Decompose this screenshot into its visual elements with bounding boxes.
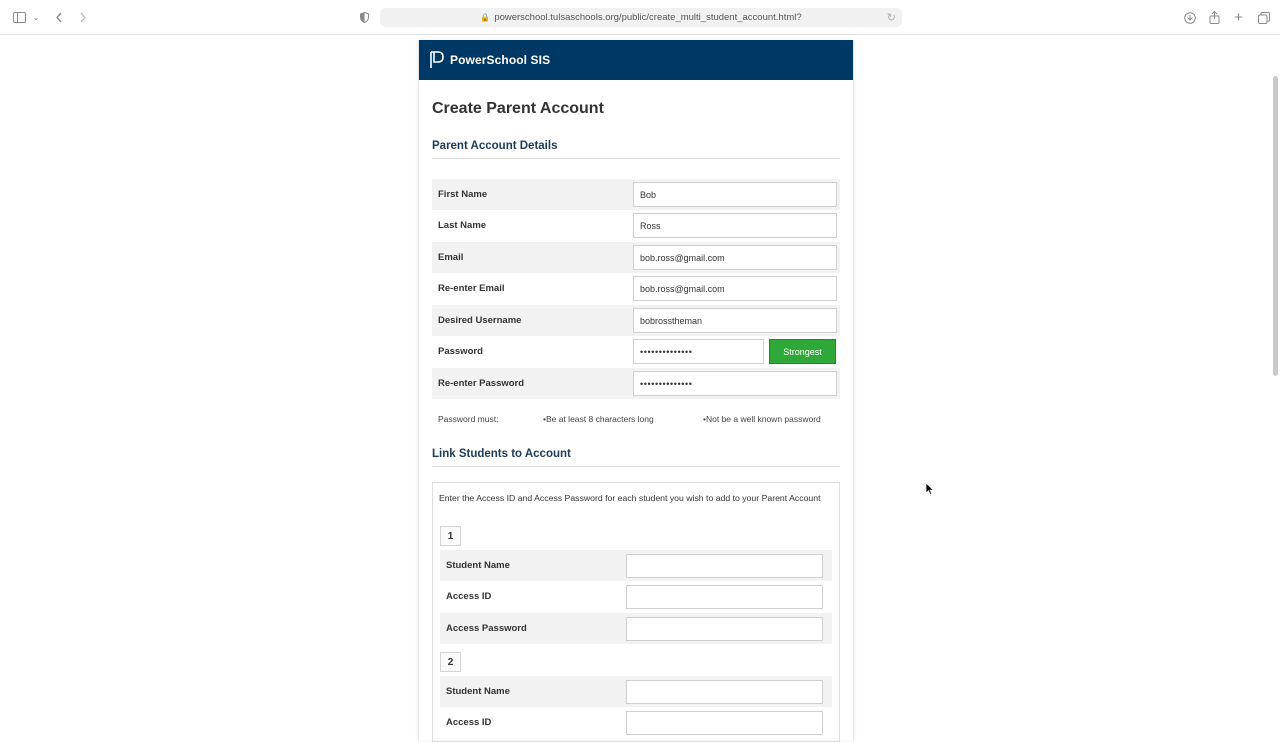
link-students-box: Enter the Access ID and Access Password …: [432, 482, 840, 742]
divider: [432, 158, 840, 159]
first-name-field[interactable]: Bob: [633, 182, 837, 207]
browser-toolbar: ⌄ 🔒 powerschool.tulsaschools.org/public/…: [0, 0, 1280, 35]
share-icon[interactable]: [1207, 9, 1222, 26]
chevron-down-icon[interactable]: ⌄: [31, 9, 41, 26]
first-name-row: First Name Bob: [432, 179, 840, 210]
password-strength-badge: Strongest: [769, 339, 836, 364]
mouse-cursor-icon: [925, 482, 935, 496]
reenter-password-label: Re-enter Password: [438, 378, 525, 389]
student-number-badge: 2: [440, 652, 461, 672]
student-2-access-id-field[interactable]: [626, 711, 823, 735]
section-heading-link-students: Link Students to Account: [432, 448, 571, 460]
privacy-shield-icon[interactable]: [357, 9, 371, 26]
student-1-access-password-field[interactable]: [626, 617, 823, 641]
lock-icon: 🔒: [480, 13, 491, 22]
address-bar[interactable]: 🔒 powerschool.tulsaschools.org/public/cr…: [380, 8, 902, 27]
sidebar-toggle-icon[interactable]: [11, 9, 27, 26]
student-number-badge: 1: [440, 526, 461, 546]
student-name-label: Student Name: [446, 686, 510, 697]
access-id-label: Access ID: [446, 591, 492, 602]
username-row: Desired Username bobrosstheman: [432, 305, 840, 336]
reenter-password-field[interactable]: ••••••••••••••: [633, 371, 837, 396]
email-field[interactable]: bob.ross@gmail.com: [633, 245, 837, 270]
last-name-row: Last Name Ross: [432, 210, 840, 241]
reload-icon[interactable]: ↻: [887, 11, 896, 24]
reenter-email-row: Re-enter Email bob.ross@gmail.com: [432, 273, 840, 304]
last-name-label: Last Name: [438, 220, 487, 231]
page-title: Create Parent Account: [432, 100, 604, 117]
password-field[interactable]: ••••••••••••••: [633, 339, 764, 364]
email-label: Email: [438, 252, 464, 263]
forward-icon[interactable]: [76, 9, 90, 26]
url-text: powerschool.tulsaschools.org/public/crea…: [494, 12, 802, 23]
last-name-field[interactable]: Ross: [633, 213, 837, 238]
link-students-intro: Enter the Access ID and Access Password …: [439, 493, 821, 503]
password-label: Password: [438, 346, 483, 357]
password-rules-lead: Password must:: [438, 414, 499, 424]
tab-overview-icon[interactable]: [1256, 9, 1271, 26]
student-1-access-id-field[interactable]: [626, 585, 823, 609]
section-heading-parent-details: Parent Account Details: [432, 140, 558, 152]
email-row: Email bob.ross@gmail.com: [432, 242, 840, 273]
first-name-label: First Name: [438, 189, 488, 200]
student-1-name-field[interactable]: [626, 554, 823, 578]
access-password-label: Access Password: [446, 623, 527, 634]
web-page: PowerSchool SIS Create Parent Account Pa…: [0, 36, 1280, 742]
username-label: Desired Username: [438, 315, 522, 326]
student-1-access-id-row: Access ID: [440, 581, 832, 612]
student-name-label: Student Name: [446, 560, 510, 571]
access-id-label: Access ID: [446, 717, 492, 728]
powerschool-logo-icon: [429, 50, 445, 70]
new-tab-icon[interactable]: +: [1231, 9, 1246, 26]
student-2-access-id-row: Access ID: [440, 707, 832, 738]
student-1-name-row: Student Name: [440, 550, 832, 581]
brand-name: PowerSchool SIS: [450, 53, 551, 67]
password-row: Password •••••••••••••• Strongest: [432, 336, 840, 367]
divider: [432, 466, 840, 467]
password-rule-length: •Be at least 8 characters long: [543, 414, 654, 424]
password-rule-well-known: •Not be a well known password: [703, 414, 821, 424]
download-icon[interactable]: [1182, 9, 1197, 26]
create-account-card: PowerSchool SIS Create Parent Account Pa…: [418, 40, 854, 742]
username-field[interactable]: bobrosstheman: [633, 308, 837, 333]
brand-header: PowerSchool SIS: [419, 40, 853, 80]
reenter-email-field[interactable]: bob.ross@gmail.com: [633, 276, 837, 301]
student-2-name-field[interactable]: [626, 680, 823, 704]
student-2-name-row: Student Name: [440, 676, 832, 707]
reenter-password-row: Re-enter Password ••••••••••••••: [432, 368, 840, 399]
reenter-email-label: Re-enter Email: [438, 283, 505, 294]
page-scrollbar[interactable]: [1273, 76, 1278, 376]
student-1-access-password-row: Access Password: [440, 613, 832, 644]
back-icon[interactable]: [52, 9, 66, 26]
